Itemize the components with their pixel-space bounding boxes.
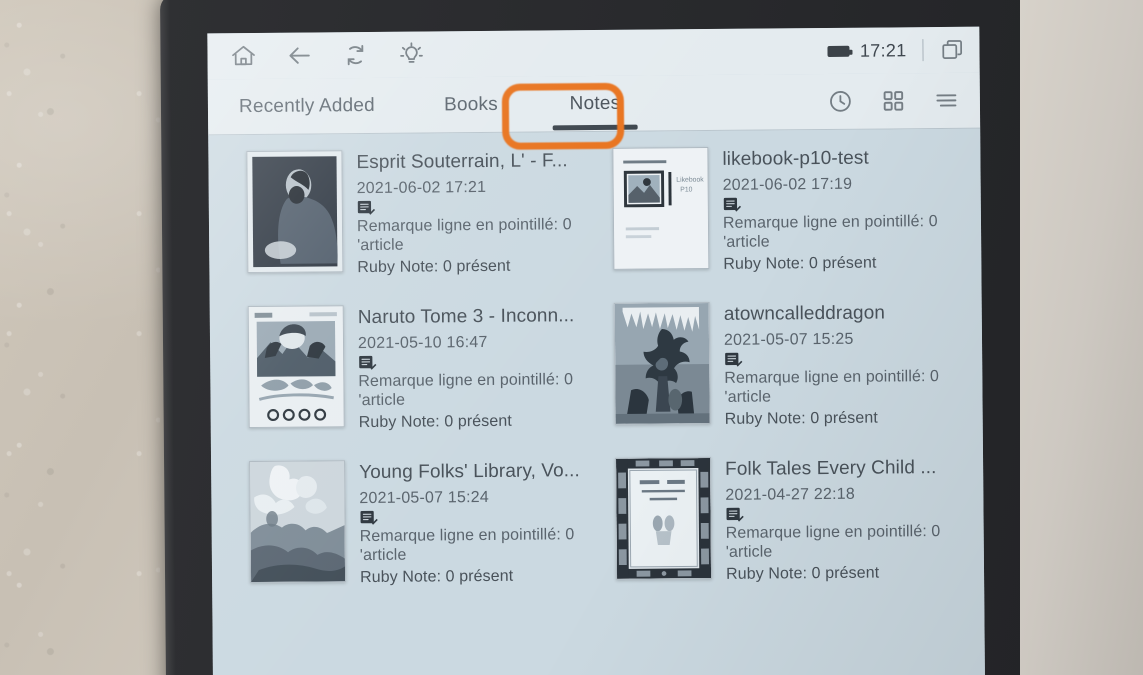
note-list-item[interactable]: atowncalleddragon 2021-05-07 15:25 Remar… xyxy=(596,292,975,438)
note-remark: Remarque ligne en pointillé: 0 'article xyxy=(725,523,941,561)
back-icon[interactable] xyxy=(285,41,313,69)
note-document-icon xyxy=(357,200,376,217)
note-meta: atowncalleddragon 2021-05-07 15:25 Remar… xyxy=(724,300,965,429)
tab-bar: Recently Added Books Notes xyxy=(207,72,981,150)
status-right-group: 17:21 xyxy=(827,37,966,64)
note-ruby: Ruby Note: 0 présent xyxy=(724,409,878,429)
note-title: Esprit Souterrain, L' - F... xyxy=(356,150,568,174)
menu-icon[interactable] xyxy=(933,87,960,114)
note-title: Folk Tales Every Child ... xyxy=(725,457,937,481)
refresh-icon[interactable] xyxy=(341,41,369,69)
book-cover-thumbnail: Likebook P10 xyxy=(612,147,710,270)
note-date: 2021-04-27 22:18 xyxy=(725,485,855,505)
note-title: Naruto Tome 3 - Inconn... xyxy=(357,305,575,329)
nav-icon-group xyxy=(229,40,425,70)
photograph-of-device: 17:21 Recently Added Books Notes Esprit … xyxy=(0,0,1143,675)
note-remark: Remarque ligne en pointillé: 0 'article xyxy=(359,526,575,564)
note-list-item[interactable]: Likebook P10 likebook-p10-test 2021-06-0… xyxy=(594,137,973,283)
tab-notes-label: Notes xyxy=(569,92,621,114)
note-meta: likebook-p10-test 2021-06-02 17:19 Remar… xyxy=(722,145,963,274)
note-date: 2021-05-07 15:24 xyxy=(359,489,489,508)
tab-action-group xyxy=(827,87,966,115)
status-clock: 17:21 xyxy=(859,39,907,61)
book-cover-thumbnail xyxy=(615,457,713,581)
tab-recently-added-label: Recently Added xyxy=(238,94,375,117)
note-remark: Remarque ligne en pointillé: 0 'article xyxy=(356,216,572,254)
ereader-device: 17:21 Recently Added Books Notes Esprit … xyxy=(159,0,1037,675)
bezel-highlight-right xyxy=(1021,0,1037,675)
note-list-item[interactable]: Esprit Souterrain, L' - F... 2021-06-02 … xyxy=(216,140,595,286)
note-list-item[interactable]: Folk Tales Every Child ... 2021-04-27 22… xyxy=(597,447,976,593)
grid-view-icon[interactable] xyxy=(880,87,907,114)
status-divider xyxy=(922,39,924,62)
book-cover-thumbnail xyxy=(613,302,711,425)
note-ruby: Ruby Note: 0 présent xyxy=(357,257,511,277)
notes-list-area: Esprit Souterrain, L' - F... 2021-06-02 … xyxy=(208,128,986,675)
note-ruby: Ruby Note: 0 présent xyxy=(359,568,514,587)
history-icon[interactable] xyxy=(827,88,854,115)
note-date: 2021-06-02 17:19 xyxy=(722,175,853,194)
book-cover-thumbnail xyxy=(247,305,345,429)
note-meta: Naruto Tome 3 - Inconn... 2021-05-10 16:… xyxy=(358,303,587,432)
note-document-icon xyxy=(724,352,743,369)
note-remark: Remarque ligne en pointillé: 0 'article xyxy=(724,368,940,406)
svg-text:P10: P10 xyxy=(680,186,692,193)
note-date: 2021-06-02 17:21 xyxy=(356,178,487,198)
notes-grid: Esprit Souterrain, L' - F... 2021-06-02 … xyxy=(208,137,984,597)
note-date: 2021-05-10 16:47 xyxy=(357,334,488,353)
note-meta: Young Folks' Library, Vo... 2021-05-07 1… xyxy=(359,458,588,587)
book-cover-thumbnail xyxy=(246,150,344,274)
note-title: Young Folks' Library, Vo... xyxy=(359,460,580,484)
note-meta: Folk Tales Every Child ... 2021-04-27 22… xyxy=(725,455,966,584)
tab-group: Recently Added Books Notes xyxy=(208,76,654,135)
status-bar: 17:21 xyxy=(207,26,980,80)
tab-underline-active xyxy=(552,124,638,131)
brightness-icon[interactable] xyxy=(397,40,425,68)
note-document-icon xyxy=(358,355,377,372)
note-document-icon xyxy=(725,507,744,524)
note-list-item[interactable]: Naruto Tome 3 - Inconn... 2021-05-10 16:… xyxy=(218,295,597,441)
multi-window-icon[interactable] xyxy=(939,37,965,63)
tab-recently-added[interactable]: Recently Added xyxy=(208,78,406,135)
bezel-highlight-left xyxy=(159,0,177,675)
home-icon[interactable] xyxy=(229,42,257,70)
note-meta: Esprit Souterrain, L' - F... 2021-06-02 … xyxy=(356,148,585,277)
note-ruby: Ruby Note: 0 présent xyxy=(723,254,877,273)
note-remark: Remarque ligne en pointillé: 0 'article xyxy=(358,371,574,409)
note-document-icon xyxy=(723,197,742,214)
note-title: likebook-p10-test xyxy=(722,147,869,170)
battery-icon xyxy=(827,45,850,57)
note-date: 2021-05-07 15:25 xyxy=(723,330,854,349)
tab-notes[interactable]: Notes xyxy=(536,76,654,132)
note-document-icon xyxy=(359,510,378,527)
note-title: atowncalleddragon xyxy=(723,302,886,325)
book-cover-thumbnail xyxy=(249,460,347,584)
note-ruby: Ruby Note: 0 présent xyxy=(725,564,880,584)
tab-books[interactable]: Books xyxy=(406,77,536,133)
note-ruby: Ruby Note: 0 présent xyxy=(358,412,512,432)
note-remark: Remarque ligne en pointillé: 0 'article xyxy=(722,213,938,251)
device-screen: 17:21 Recently Added Books Notes Esprit … xyxy=(207,26,986,675)
note-list-item[interactable]: Young Folks' Library, Vo... 2021-05-07 1… xyxy=(219,450,598,596)
svg-text:Likebook: Likebook xyxy=(676,176,704,183)
tab-books-label: Books xyxy=(443,93,498,115)
